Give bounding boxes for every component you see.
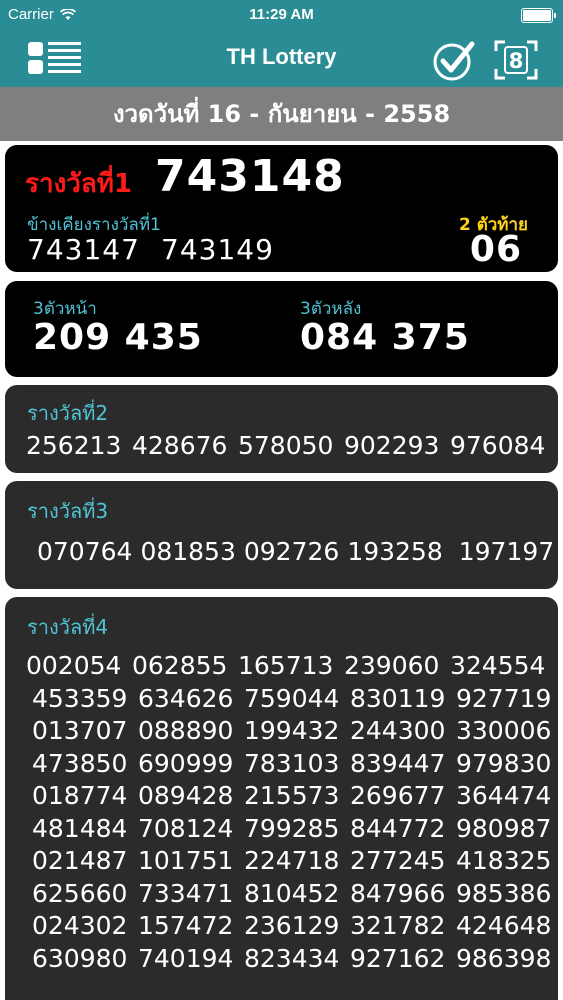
prize4-row: 473850 690999 783103 839447 979830 [32,749,562,782]
prize1-panel: รางวัลที่1 743148 ข้างเคียงรางวัลที่1 74… [5,145,558,272]
last2-number: 06 [469,229,522,270]
prize3-row: 070764 081853 092726 193258 197197 [37,537,554,566]
draw-date-bar: งวดวันที่ 16 - กันยายน - 2558 [0,87,563,141]
prize4-number: 783103 [244,748,340,778]
prize4-number: 630980 [32,943,128,973]
prize4-number: 089428 [138,781,234,810]
prize4-number: 088890 [138,716,234,745]
prize4-number: 979830 [456,748,552,778]
three-digit-panel: 3ตัวหน้า 209 435 3ตัวหลัง 084 375 [5,281,558,377]
prize4-number: 024302 [32,911,128,940]
draw-date: งวดวันที่ 16 - กันยายน - 2558 [112,100,451,128]
prize4-row: 453359 634626 759044 830119 927719 [32,684,562,717]
prize2-number: 976084 [450,431,546,460]
prize4-number: 927719 [456,683,552,713]
status-time: 11:29 AM [249,6,314,23]
prize3-number: 197197 [458,537,555,566]
prize4-number: 418325 [456,846,552,875]
prize4-number: 740194 [138,943,234,973]
prize4-number: 986398 [456,943,552,973]
scan-digit: 8 [509,49,524,73]
prize4-number: 157472 [138,911,234,940]
prize4-number: 013707 [32,716,128,745]
prize4-grid: 002054 062855 165713 239060 324554 453359 634… [26,651,562,976]
prize1-label: รางวัลที่1 [25,169,133,199]
prize4-number: 239060 [344,651,440,680]
prize3-label: รางวัลที่3 [27,499,109,523]
prize3-number: 081853 [140,537,236,566]
scan-8-icon[interactable]: 8 [494,39,538,81]
prize4-number: 224718 [244,846,340,875]
prize4-row: 481484 708124 799285 844772 980987 [32,814,562,847]
prize4-row: 625660 733471 810452 847966 985386 [32,879,562,912]
prize4-number: 810452 [244,878,340,908]
prize4-number: 236129 [244,911,340,940]
prize2-panel: รางวัลที่2 256213 428676 578050 902293 9… [5,385,558,473]
prize4-row: 018774 089428 215573 269677 364474 [32,781,562,814]
prize2-number: 256213 [26,431,122,460]
prize4-number: 481484 [32,813,128,843]
prize4-number: 985386 [456,878,552,908]
prize4-number: 002054 [26,651,122,680]
prize3-number: 092726 [243,537,340,566]
prize2-number: 428676 [132,431,228,460]
prize4-number: 690999 [138,748,234,778]
prize4-number: 424648 [456,911,552,940]
check-circle-icon[interactable] [432,38,476,82]
adjacent-number-2: 743149 [161,233,274,266]
prize1-number: 743148 [155,151,345,202]
prize4-number: 277245 [350,846,446,875]
prize4-row: 021487 101751 224718 277245 418325 [32,846,562,879]
prize3-panel: รางวัลที่3 070764 081853 092726 193258 1… [5,481,558,589]
prize4-number: 823434 [244,943,340,973]
prize4-number: 839447 [350,748,446,778]
prize3-number: 193258 [347,537,443,566]
prize3-number: 070764 [37,537,133,566]
prize2-row: 256213 428676 578050 902293 976084 [26,431,556,460]
prize2-number: 902293 [344,431,440,460]
app-title: TH Lottery [226,44,337,69]
back3-numbers: 084 375 [300,317,470,358]
prize4-number: 625660 [32,878,128,908]
prize4-number: 733471 [138,878,234,908]
prize4-number: 830119 [350,683,446,713]
adjacent-number-1: 743147 [27,233,140,266]
prize4-number: 980987 [456,813,552,843]
prize4-panel: รางวัลที่4 002054 062855 165713 239060 32455… [5,597,558,1000]
prize4-number: 330006 [456,716,552,745]
status-bar: Carrier 11:29 AM [0,0,563,30]
prize4-number: 101751 [138,846,234,875]
prize4-number: 927162 [350,943,446,973]
nav-bar: TH Lottery 8 [0,30,563,87]
prize4-row: 024302 157472 236129 321782 424648 [32,911,562,944]
prize4-number: 708124 [138,813,234,843]
prize4-row: 002054 062855 165713 239060 324554 [26,651,562,684]
prize4-number: 453359 [32,683,128,713]
prize4-number: 844772 [350,813,446,843]
prize4-number: 269677 [350,781,446,810]
prize4-number: 324554 [450,651,546,680]
prize4-number: 799285 [244,813,340,843]
prize4-number: 062855 [132,651,228,680]
prize4-number: 321782 [350,911,446,940]
prize4-number: 364474 [456,781,552,810]
battery-icon [521,8,556,23]
prize4-number: 634626 [138,683,234,713]
prize4-number: 759044 [244,683,340,713]
prize2-label: รางวัลที่2 [27,401,109,425]
prize2-number: 578050 [238,431,334,460]
prize4-row: 013707 088890 199432 244300 330006 [32,716,562,749]
prize4-number: 165713 [238,651,334,680]
prize4-number: 847966 [350,878,446,908]
prize4-number: 021487 [32,846,128,875]
prize4-number: 018774 [32,781,128,810]
prize4-row: 630980 740194 823434 927162 986398 [32,944,562,977]
prize4-number: 244300 [350,716,446,745]
prize4-label: รางวัลที่4 [27,615,109,639]
prize4-number: 473850 [32,748,128,778]
prize4-number: 199432 [244,716,340,745]
front3-numbers: 209 435 [33,317,203,358]
prize4-number: 215573 [244,781,340,810]
